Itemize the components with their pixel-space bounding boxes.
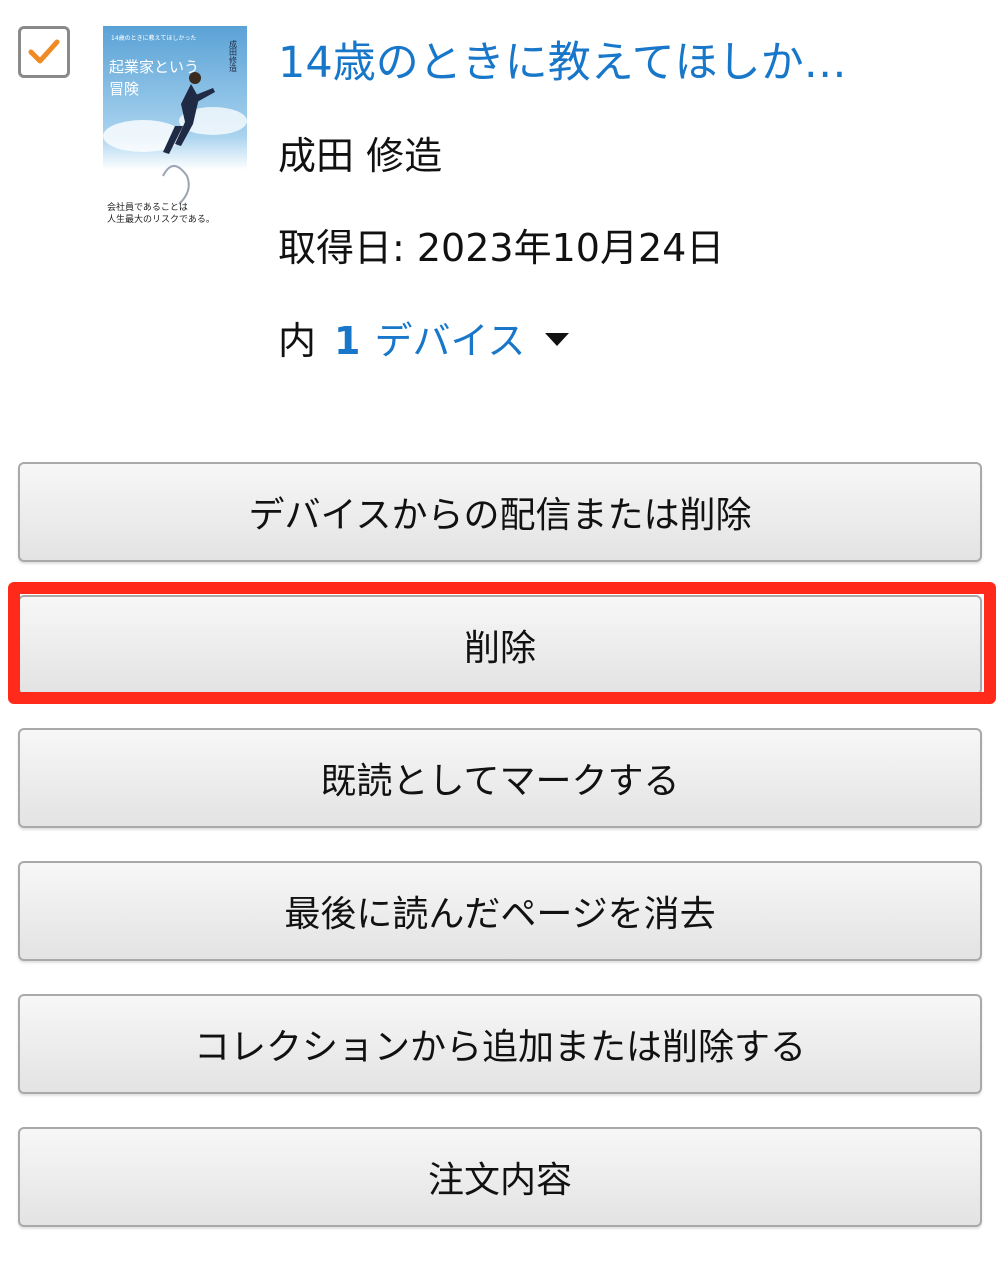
device-dropdown[interactable]: 内 1 デバイス [278,312,570,370]
delete-button[interactable]: 削除 [18,595,982,695]
devices-link[interactable]: デバイス [374,312,525,370]
device-count[interactable]: 1 [334,312,360,370]
cover-tagline-line1: 会社員であることは [107,201,188,213]
select-checkbox[interactable] [18,26,70,78]
order-details-button[interactable]: 注文内容 [18,1127,982,1227]
cover-author-vertical: 成田修造 [229,39,238,73]
checkmark-icon [28,39,60,64]
deliver-or-remove-from-device-button[interactable]: デバイスからの配信または削除 [18,462,982,562]
cover-title-line2: 冒険 [109,80,139,98]
add-remove-collection-button[interactable]: コレクションから追加または削除する [18,994,982,1094]
acquired-date: 取得日: 2023年10月24日 [278,226,725,270]
cover-tagline-line2: 人生最大のリスクである。 [107,213,215,225]
devices-prefix: 内 [278,319,317,363]
book-author: 成田 修造 [278,134,443,178]
caret-down-icon[interactable] [545,332,570,346]
mark-as-read-button[interactable]: 既読としてマークする [18,728,982,828]
book-title-link[interactable]: 14歳のときに教えてほしか… [278,32,978,94]
book-cover-image[interactable]: 14歳のときに教えてほしかった 起業家という 冒険 成田修造 会社員であることは… [103,26,247,226]
cover-small-text: 14歳のときに教えてほしかった [111,34,196,42]
clear-last-read-page-button[interactable]: 最後に読んだページを消去 [18,861,982,961]
cover-title-line1: 起業家という [109,58,199,76]
